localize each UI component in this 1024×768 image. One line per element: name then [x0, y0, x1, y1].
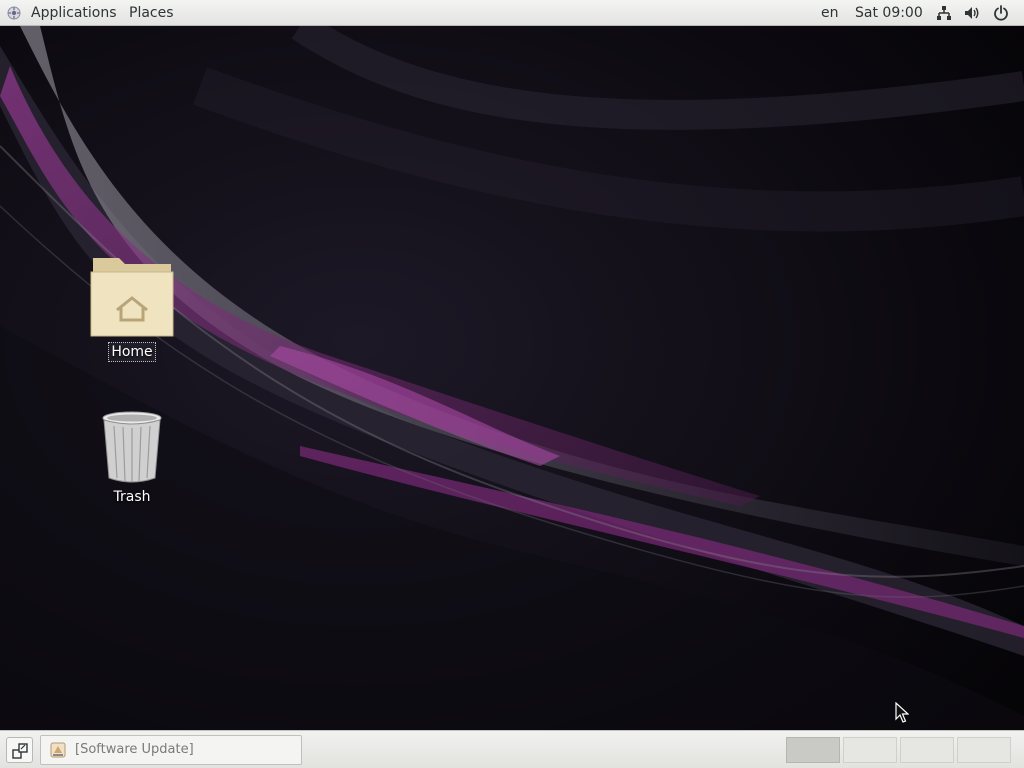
workspace-2[interactable]: [843, 737, 897, 763]
workspace-1[interactable]: [786, 737, 840, 763]
desktop-icon-home[interactable]: Home: [82, 254, 182, 362]
software-update-icon: [50, 742, 66, 758]
top-panel: Applications Places en Sat 09:00: [0, 0, 1024, 26]
network-wired-icon[interactable]: [936, 5, 952, 21]
workspace-3[interactable]: [900, 737, 954, 763]
volume-icon[interactable]: [964, 5, 980, 21]
home-folder-icon: [90, 258, 174, 337]
places-menu[interactable]: Places: [129, 0, 174, 26]
workspace-4[interactable]: [957, 737, 1011, 763]
keyboard-layout-indicator[interactable]: en: [821, 0, 839, 26]
applications-menu[interactable]: Applications: [31, 0, 117, 26]
desktop[interactable]: Home Trash: [0, 26, 1024, 730]
wallpaper: [0, 26, 1024, 730]
window-list-item-label: [Software Update]: [75, 742, 194, 757]
trash-can-icon: [102, 411, 162, 483]
power-icon[interactable]: [993, 5, 1009, 21]
applications-menu-icon[interactable]: [7, 6, 21, 20]
desktop-icon-trash[interactable]: Trash: [82, 410, 182, 506]
desktop-icon-label: Trash: [113, 489, 151, 505]
clock[interactable]: Sat 09:00: [855, 0, 923, 26]
window-list-item[interactable]: [Software Update]: [40, 735, 302, 765]
desktop-icon-label: Home: [108, 342, 156, 362]
show-desktop-button[interactable]: [6, 737, 33, 763]
bottom-panel: [Software Update]: [0, 730, 1024, 768]
show-desktop-icon: [12, 743, 28, 759]
mouse-pointer-icon: [895, 702, 909, 723]
